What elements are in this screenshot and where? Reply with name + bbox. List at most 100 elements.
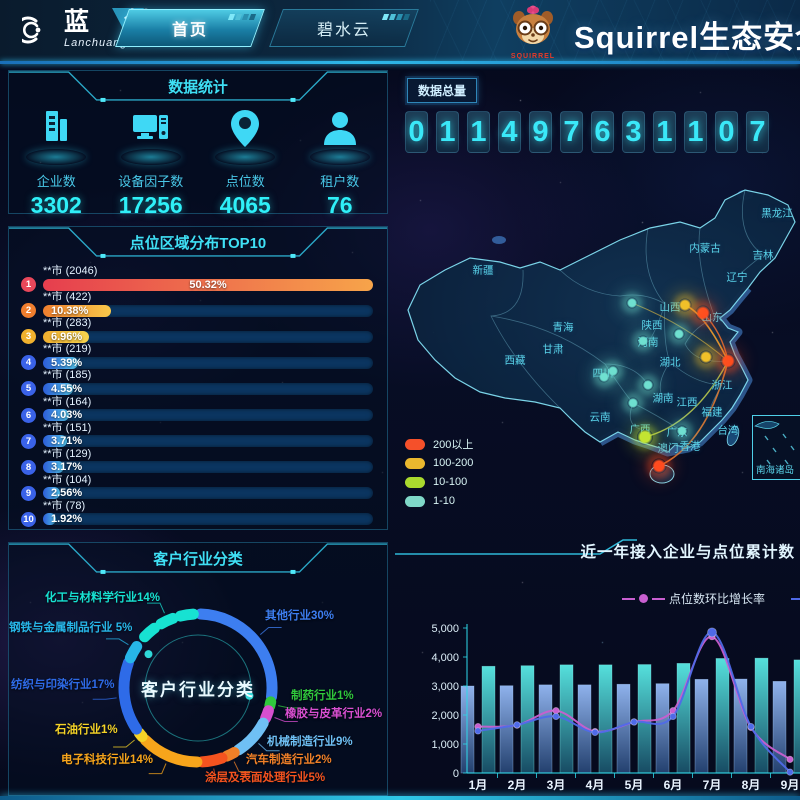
- counter-digit: 1: [467, 111, 490, 153]
- top10-bar-label: **市 (2046): [43, 265, 373, 277]
- y-axis-tick-label: 3,000: [431, 681, 459, 693]
- donut-label: 橡胶与皮革行业2%: [285, 705, 382, 721]
- legend-label: 100-200: [433, 457, 473, 469]
- top10-panel-header: 点位区域分布TOP10: [9, 227, 387, 261]
- map-marker-teal[interactable]: [674, 329, 685, 340]
- bar-track: 3.17%: [43, 461, 373, 473]
- line-point: [553, 713, 559, 719]
- donut-segment: [145, 614, 196, 637]
- top10-bar-line: 101.92%: [21, 513, 373, 526]
- industry-panel: 客户行业分类 其他行业30%制药行业1%橡胶与皮革行业2%机械制造行业9%汽车制…: [8, 542, 388, 796]
- line-point: [748, 723, 754, 729]
- donut-label: 钢铁与金属制品行业 5%: [9, 619, 132, 635]
- province-label: 福建: [702, 405, 723, 420]
- map-area: 新疆甘肃青海西藏内蒙古黑龙江吉林辽宁山西陕西河南山东湖北四川云南湖南江西浙江福建…: [395, 64, 800, 530]
- tab-pixel-decoration: [382, 14, 410, 20]
- legend-label: 10-100: [433, 476, 467, 488]
- top10-bar-label: **市 (185): [43, 369, 373, 381]
- stat-label: 设备因子数: [118, 171, 183, 190]
- map-marker-teal[interactable]: [599, 372, 610, 383]
- top10-row: **市 (283)36.96%: [21, 317, 373, 342]
- map-marker-teal[interactable]: [643, 380, 654, 391]
- monthly-combo-chart: 01,0002,0003,0004,0005,0001月2月3月4月5月6月7月…: [395, 530, 800, 798]
- stats-row: 企业数 3302 设备因子数 17256: [9, 107, 387, 219]
- bar-percent-label: 10.38%: [51, 305, 88, 317]
- counter-digit: 7: [746, 111, 769, 153]
- donut-label: 其他行业30%: [265, 607, 334, 623]
- rank-badge: 8: [21, 460, 36, 475]
- stat-label: 租户数: [320, 171, 359, 190]
- device-icon: [129, 107, 173, 151]
- legend-label: 200以上: [433, 436, 473, 452]
- y-axis-tick-label: 0: [453, 768, 459, 780]
- map-marker-teal[interactable]: [627, 298, 638, 309]
- line-point: [592, 729, 598, 735]
- soundwave-logo-icon: [22, 11, 56, 49]
- stat-value: 4065: [220, 192, 271, 219]
- tab-bishuiyun-label: 碧水云: [317, 16, 371, 40]
- top10-row: **市 (78)101.92%: [21, 500, 373, 525]
- province-label: 青海: [553, 320, 574, 335]
- month-label: 6月: [664, 778, 683, 792]
- rank-badge: 10: [21, 512, 36, 527]
- province-label: 云南: [590, 410, 611, 425]
- app-title: Squirrel生态安全云平: [574, 12, 800, 57]
- map-marker-green[interactable]: [637, 429, 653, 445]
- province-label: 香港: [680, 439, 701, 454]
- month-label: 2月: [508, 778, 527, 792]
- y-axis-tick-label: 4,000: [431, 652, 459, 664]
- bar-track: 2.56%: [43, 487, 373, 499]
- donut-segment: [239, 723, 264, 750]
- map-marker-red[interactable]: [696, 306, 711, 321]
- map-marker-teal[interactable]: [638, 336, 649, 347]
- bar-enterprise: [773, 681, 786, 773]
- top10-bar-line: 92.56%: [21, 487, 373, 500]
- donut-label: 制药行业1%: [291, 687, 354, 703]
- month-label: 1月: [469, 778, 488, 792]
- dashboard: 蓝 创 Lanchuang 首页 碧水云: [0, 0, 800, 800]
- province-label: 浙江: [712, 378, 733, 393]
- mascot-label: SQUIRREL: [505, 53, 561, 60]
- donut-label: 化工与材料学行业14%: [45, 589, 160, 605]
- map-marker-yellow[interactable]: [679, 299, 692, 312]
- counter-digit: 3: [622, 111, 645, 153]
- tab-bishuiyun[interactable]: 碧水云: [269, 9, 419, 47]
- map-legend: 200以上 100-200 10-100 1-10: [405, 438, 473, 507]
- industry-donut-chart: 其他行业30%制药行业1%橡胶与皮革行业2%机械制造行业9%汽车制造行业2%涂层…: [9, 543, 387, 795]
- month-label: 3月: [547, 778, 566, 792]
- bar-enterprise: [500, 686, 513, 773]
- donut-segment: [124, 663, 137, 729]
- map-marker-red[interactable]: [652, 459, 667, 474]
- line-point: [475, 728, 481, 734]
- y-axis-tick-label: 1,000: [431, 739, 459, 751]
- tab-home[interactable]: 首页: [115, 9, 265, 47]
- top10-bar-list: **市 (2046)150.32%**市 (422)210.38%**市 (28…: [21, 265, 373, 525]
- map-marker-teal[interactable]: [628, 398, 639, 409]
- legend-swatch: [405, 496, 425, 507]
- line-point: [787, 756, 793, 762]
- map-legend-item: 10-100: [405, 476, 473, 488]
- province-label: 湖北: [660, 355, 681, 370]
- counter-digit: 1: [653, 111, 676, 153]
- top10-row: **市 (185)54.55%: [21, 369, 373, 394]
- stat-value: 76: [327, 192, 353, 219]
- bar-enterprise: [656, 684, 669, 773]
- icon-base-glow: [215, 149, 275, 165]
- top10-bar-line: 45.39%: [21, 356, 373, 369]
- line-point: [631, 719, 637, 725]
- rank-badge: 7: [21, 434, 36, 449]
- donut-label: 石油行业1%: [55, 721, 118, 737]
- tab-home-label: 首页: [172, 16, 208, 40]
- legend-swatch: [405, 477, 425, 488]
- map-marker-yellow[interactable]: [700, 351, 713, 364]
- top10-bar-label: **市 (422): [43, 291, 373, 303]
- bar-sites: [638, 665, 651, 773]
- bar-percent-label: 2.56%: [51, 487, 82, 499]
- map-marker-red[interactable]: [721, 354, 736, 369]
- bar-track: 4.03%: [43, 409, 373, 421]
- map-legend-item: 1-10: [405, 495, 473, 507]
- map-marker-teal[interactable]: [677, 426, 688, 437]
- legend-label: 1-10: [433, 495, 455, 507]
- squirrel-mascot-icon: [508, 4, 558, 50]
- bar-percent-label: 3.71%: [51, 435, 82, 447]
